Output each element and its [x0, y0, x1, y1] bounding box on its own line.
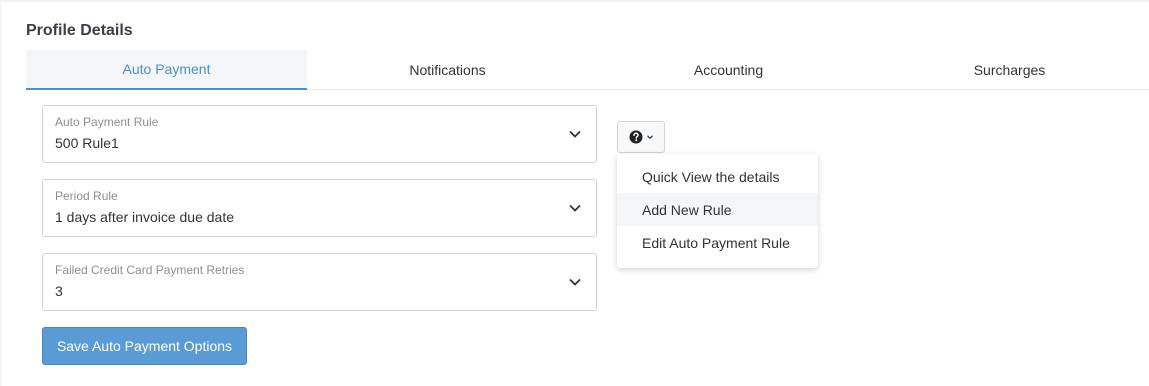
auto-payment-rule-label: Auto Payment Rule [55, 115, 159, 129]
period-rule-value: 1 days after invoice due date [55, 209, 235, 225]
save-auto-payment-options-button[interactable]: Save Auto Payment Options [42, 327, 247, 365]
failed-retries-select[interactable]: Failed Credit Card Payment Retries 3 [42, 253, 597, 311]
tab-accounting[interactable]: Accounting [588, 50, 869, 89]
chevron-down-icon [569, 278, 581, 286]
period-rule-select[interactable]: Period Rule 1 days after invoice due dat… [42, 179, 597, 237]
failed-retries-label: Failed Credit Card Payment Retries [55, 263, 245, 277]
tab-auto-payment[interactable]: Auto Payment [26, 50, 307, 90]
tab-bar: Auto Payment Notifications Accounting Su… [26, 50, 1149, 90]
help-dropdown-menu: Quick View the details Add New Rule Edit… [617, 154, 818, 268]
auto-payment-rule-select[interactable]: Auto Payment Rule 500 Rule1 [42, 105, 597, 163]
auto-payment-rule-value: 500 Rule1 [55, 135, 119, 151]
menu-item-quick-view[interactable]: Quick View the details [617, 160, 818, 193]
question-circle-icon [629, 130, 642, 144]
profile-details-panel: Profile Details Auto Payment Notificatio… [0, 0, 1149, 386]
chevron-down-icon [569, 130, 581, 138]
chevron-down-icon [646, 135, 653, 140]
help-dropdown-button[interactable] [617, 121, 665, 153]
tab-notifications[interactable]: Notifications [307, 50, 588, 89]
tab-surcharges[interactable]: Surcharges [869, 50, 1149, 89]
period-rule-label: Period Rule [55, 189, 118, 203]
chevron-down-icon [569, 204, 581, 212]
section-title: Profile Details [26, 22, 133, 39]
menu-item-edit-auto-payment-rule[interactable]: Edit Auto Payment Rule [617, 226, 818, 259]
menu-item-add-new-rule[interactable]: Add New Rule [617, 193, 818, 226]
failed-retries-value: 3 [55, 283, 63, 299]
